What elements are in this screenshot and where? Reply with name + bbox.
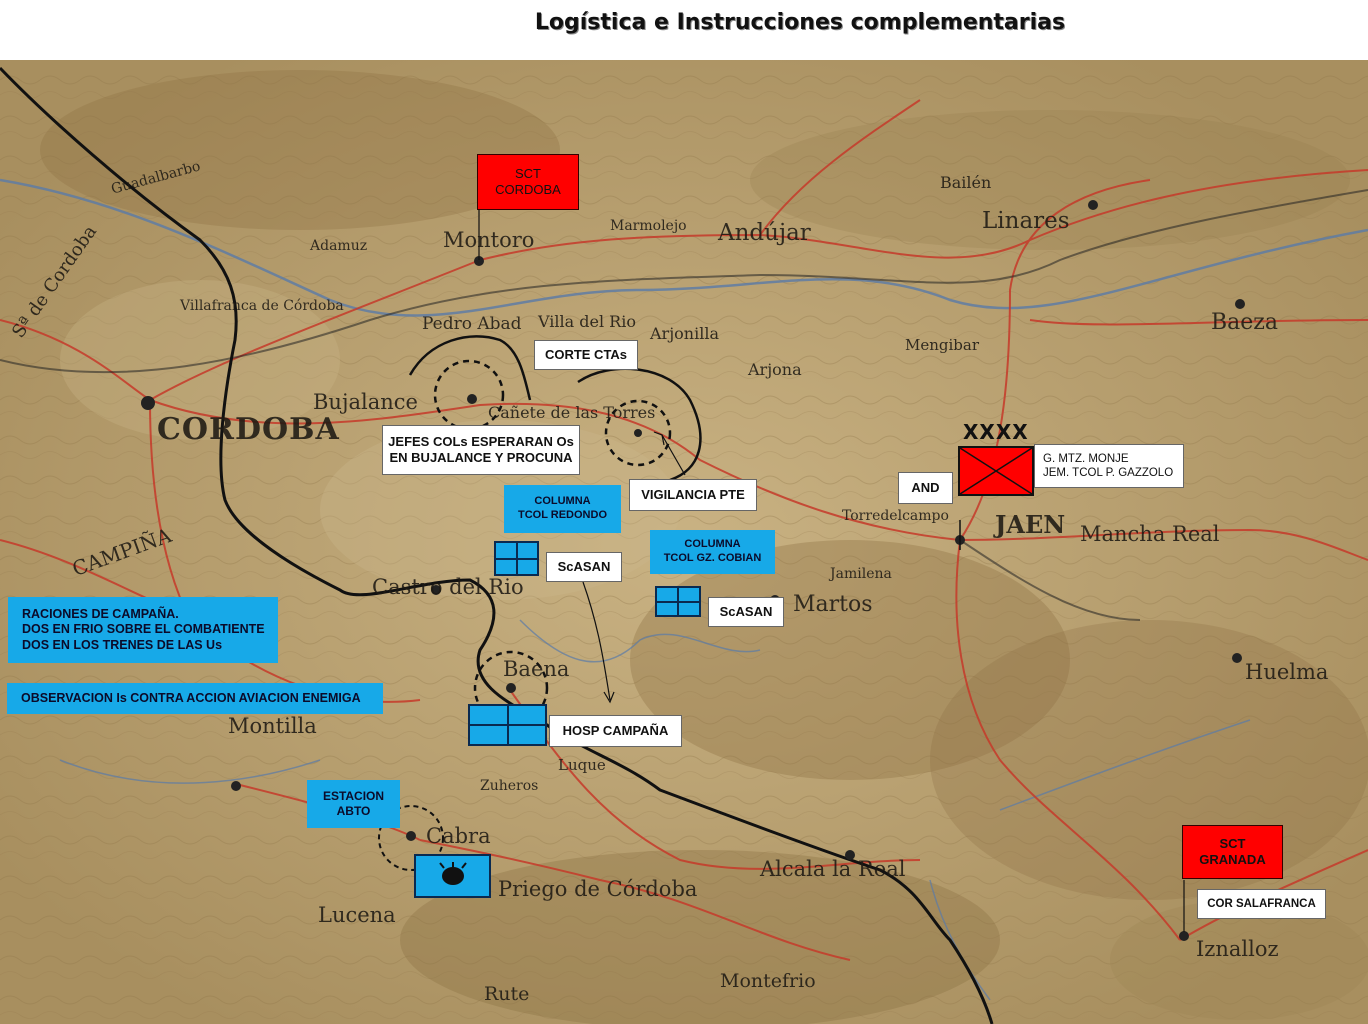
army-cross-icon — [960, 448, 1032, 494]
scasan-text-2: ScASAN — [719, 603, 773, 619]
raciones-label[interactable]: RACIONES DE CAMPAÑA. DOS EN FRIO SOBRE E… — [8, 597, 278, 663]
place-jamilena: Jamilena — [830, 566, 892, 582]
hosp-campana-text: HOSP CAMPAÑA — [562, 722, 669, 738]
columna-redondo-label[interactable]: COLUMNA TCOL REDONDO — [504, 485, 621, 533]
estacion-abto-symbol[interactable] — [414, 854, 491, 898]
place-mancha-real: Mancha Real — [1080, 522, 1220, 546]
mando-label[interactable]: G. MTZ. MONJE JEM. TCOL P. GAZZOLO — [1034, 444, 1184, 488]
estacion-abto-label[interactable]: ESTACION ABTO — [307, 780, 400, 828]
scasan-label-1[interactable]: ScASAN — [546, 552, 622, 582]
scasan-symbol-2[interactable] — [655, 586, 701, 617]
place-priego: Priego de Córdoba — [498, 877, 698, 901]
place-rute: Rute — [484, 983, 530, 1005]
place-lucena: Lucena — [318, 903, 396, 927]
xxxx-echelon: XXXX — [963, 420, 1029, 444]
jefes-cols-text: JEFES COLs ESPERARAN Os EN BUJALANCE Y P… — [388, 433, 574, 465]
sct-cordoba-label[interactable]: SCT CORDOBA — [477, 154, 579, 210]
columna-redondo-text: COLUMNA TCOL REDONDO — [517, 495, 608, 521]
place-bujalance: Bujalance — [313, 390, 418, 414]
mando-text: G. MTZ. MONJE JEM. TCOL P. GAZZOLO — [1043, 452, 1174, 479]
place-montefrio: Montefrio — [720, 970, 816, 992]
hosp-campana-label[interactable]: HOSP CAMPAÑA — [549, 715, 682, 747]
estacion-abto-text: ESTACION ABTO — [322, 789, 385, 818]
place-linares: Linares — [982, 208, 1070, 234]
place-arjona: Arjona — [748, 360, 802, 379]
place-iznalloz: Iznalloz — [1196, 937, 1279, 961]
columna-cobian-label[interactable]: COLUMNA TCOL GZ. COBIAN — [650, 530, 775, 574]
corte-ctas-label[interactable]: CORTE CTAs — [534, 340, 638, 370]
sct-granada-label[interactable]: SCT GRANADA — [1182, 825, 1283, 879]
place-alcala: Alcala la Real — [760, 857, 906, 881]
place-arjonilla: Arjonilla — [650, 324, 719, 343]
hosp-campana-symbol[interactable] — [468, 704, 547, 746]
corte-ctas-text: CORTE CTAs — [544, 346, 628, 362]
place-montilla: Montilla — [228, 714, 317, 738]
place-andujar: Andújar — [718, 220, 811, 246]
cor-salafranca-label[interactable]: COR SALAFRANCA — [1197, 889, 1326, 919]
place-adamuz: Adamuz — [310, 238, 368, 254]
place-martos: Martos — [793, 592, 873, 617]
place-villafranca: Villafranca de Córdoba — [180, 298, 344, 314]
observacion-text: OBSERVACION Is CONTRA ACCION AVIACION EN… — [21, 690, 361, 705]
sct-granada-text: SCT GRANADA — [1199, 835, 1266, 867]
raciones-text: RACIONES DE CAMPAÑA. DOS EN FRIO SOBRE E… — [22, 606, 265, 652]
place-villa-del-rio: Villa del Rio — [538, 312, 636, 331]
and-label[interactable]: AND — [898, 472, 953, 504]
scasan-label-2[interactable]: ScASAN — [708, 597, 784, 627]
place-castro-del-rio: Castro del Rio — [372, 575, 524, 599]
place-montoro: Montoro — [443, 228, 535, 252]
sct-cordoba-text: SCT CORDOBA — [495, 165, 561, 197]
place-luque: Luque — [558, 756, 606, 774]
place-jaen: JAEN — [995, 510, 1066, 539]
map-area[interactable]: Montoro Andújar Linares Baeza CORDOBA Bu… — [0, 60, 1368, 1024]
vigilancia-label[interactable]: VIGILANCIA PTE — [629, 479, 757, 511]
scasan-symbol-1[interactable] — [494, 541, 539, 576]
place-bailen: Bailén — [940, 173, 992, 192]
and-text: AND — [911, 479, 940, 495]
observacion-label[interactable]: OBSERVACION Is CONTRA ACCION AVIACION EN… — [7, 683, 383, 714]
scasan-text-1: ScASAN — [557, 558, 611, 574]
place-canete: Cañete de las Torres — [488, 403, 656, 422]
place-pedro-abad: Pedro Abad — [422, 314, 522, 334]
cor-salafranca-text: COR SALAFRANCA — [1207, 897, 1316, 910]
columna-cobian-text: COLUMNA TCOL GZ. COBIAN — [663, 538, 762, 564]
place-mengibar: Mengibar — [905, 336, 980, 354]
railhead-icon — [439, 862, 467, 885]
place-torredelcampo: Torredelcampo — [842, 508, 949, 524]
place-baena: Baena — [503, 657, 570, 681]
place-cabra: Cabra — [426, 824, 491, 848]
vigilancia-text: VIGILANCIA PTE — [641, 486, 745, 502]
place-baeza: Baeza — [1211, 310, 1279, 335]
army-hq-symbol[interactable] — [958, 446, 1034, 496]
place-cordoba: CORDOBA — [157, 412, 340, 447]
jefes-cols-label[interactable]: JEFES COLs ESPERARAN Os EN BUJALANCE Y P… — [382, 425, 580, 475]
place-zuheros: Zuheros — [480, 778, 539, 794]
page-title: Logística e Instrucciones complementaria… — [534, 10, 1066, 35]
place-marmolejo: Marmolejo — [610, 218, 687, 234]
place-huelma: Huelma — [1245, 660, 1329, 684]
